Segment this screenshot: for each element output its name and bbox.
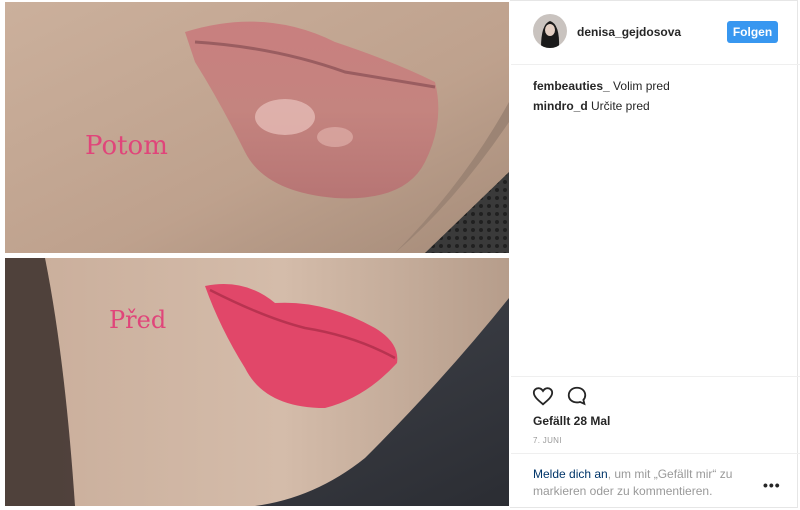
post-sidebar: denisa_gejdosova Folgen fembeauties_ Vol… [511, 0, 800, 510]
before-photo: Před [5, 258, 509, 506]
avatar[interactable] [533, 14, 567, 48]
actions-divider [511, 376, 800, 378]
post-header: denisa_gejdosova Folgen [511, 0, 800, 65]
login-divider [511, 453, 800, 454]
comment-username[interactable]: mindro_d [533, 99, 588, 113]
post-date: 7. JUNI [533, 436, 562, 445]
like-count[interactable]: Gefällt 28 Mal [533, 414, 610, 428]
login-link[interactable]: Melde dich an [533, 467, 608, 481]
before-photo-image: Před [5, 258, 509, 506]
comment-list: fembeauties_ Volim pred mindro_d Určite … [533, 76, 783, 116]
after-photo: Potom [5, 2, 509, 253]
comment-item: mindro_d Určite pred [533, 96, 783, 116]
comment-text: Volim pred [613, 79, 670, 93]
follow-button[interactable]: Folgen [727, 21, 778, 43]
more-options-icon[interactable]: ••• [763, 478, 780, 492]
after-label: Potom [85, 131, 168, 161]
login-prompt: Melde dich an, um mit „Gefällt mir“ zu m… [533, 466, 753, 500]
heart-icon[interactable] [532, 385, 554, 407]
comment-item: fembeauties_ Volim pred [533, 76, 783, 96]
after-photo-image: Potom [5, 2, 509, 253]
username[interactable]: denisa_gejdosova [577, 25, 681, 39]
comment-text: Určite pred [591, 99, 650, 113]
post-media[interactable]: Potom Před [0, 0, 510, 510]
before-label: Před [109, 306, 166, 334]
speech-bubble-icon[interactable] [566, 385, 588, 407]
comment-username[interactable]: fembeauties_ [533, 79, 610, 93]
